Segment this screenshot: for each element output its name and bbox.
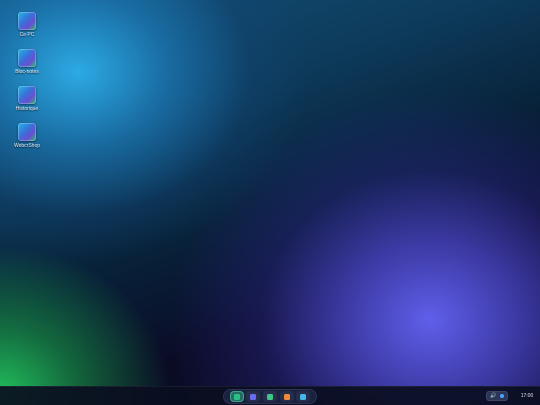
- app-green-icon: [266, 393, 273, 400]
- desktop-icon-bloc-notes[interactable]: Bloc-notes: [10, 49, 44, 79]
- history-icon: [18, 86, 36, 104]
- app-blue-icon: [300, 393, 307, 400]
- network-icon[interactable]: [499, 394, 504, 398]
- taskbar-app-button[interactable]: [279, 391, 294, 402]
- desktop-icon-label: Bloc-notes: [15, 69, 39, 75]
- taskbar-dock: [223, 389, 317, 404]
- start-button[interactable]: [229, 391, 244, 402]
- shop-icon: [18, 123, 36, 141]
- desktop-icon-label: Ce PC: [19, 32, 35, 38]
- desktop-icon-label: Historique: [15, 106, 39, 112]
- volume-icon[interactable]: 🔊: [490, 393, 496, 399]
- computer-icon: [18, 12, 36, 30]
- desktop-icon-webcrshop[interactable]: WebcrShop: [10, 123, 44, 153]
- desktop-icon-historique[interactable]: Historique: [10, 86, 44, 116]
- taskbar-app-button[interactable]: [262, 391, 277, 402]
- taskbar-clock[interactable]: 17:00: [516, 392, 538, 400]
- desktop: Ce PC Bloc-notes Historique WebcrShop 🔊 …: [0, 0, 540, 405]
- desktop-icons: Ce PC Bloc-notes Historique WebcrShop: [10, 12, 44, 160]
- taskbar-app-button[interactable]: [296, 391, 311, 402]
- desktop-icon-ce-pc[interactable]: Ce PC: [10, 12, 44, 42]
- app-violet-icon: [250, 393, 257, 400]
- taskbar-app-button[interactable]: [246, 391, 261, 402]
- taskbar: 🔊 17:00: [0, 386, 540, 405]
- app-orange-icon: [283, 393, 290, 400]
- desktop-icon-label: WebcrShop: [13, 143, 41, 149]
- system-tray[interactable]: 🔊: [486, 391, 508, 401]
- start-icon: [233, 393, 240, 400]
- notepad-icon: [18, 49, 36, 67]
